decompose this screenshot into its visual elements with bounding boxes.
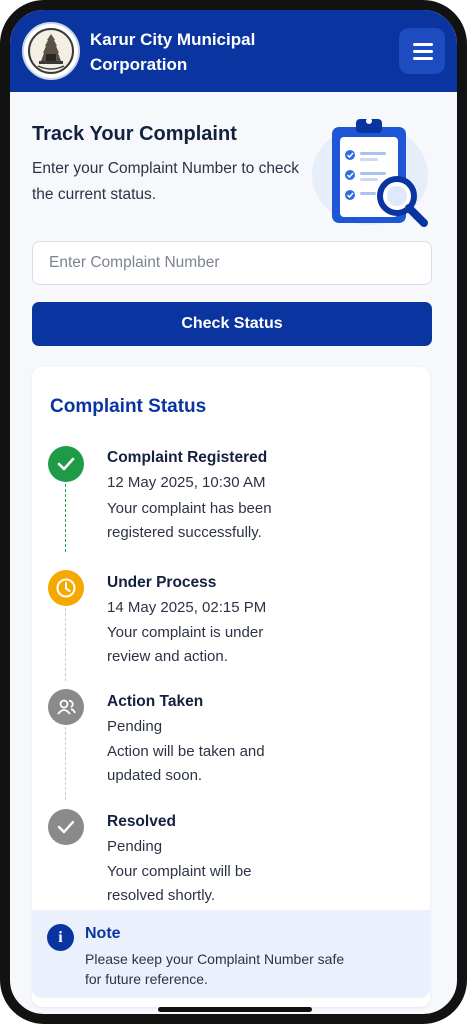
info-icon: i: [47, 924, 74, 951]
complaint-number-input[interactable]: [32, 241, 432, 285]
app-header: Karur City Municipal Corporation: [10, 10, 457, 92]
step-title: Resolved: [107, 813, 176, 830]
clock-icon: [48, 570, 84, 606]
page-title: Track Your Complaint: [32, 123, 237, 145]
phone-frame: Karur City Municipal Corporation Track Y…: [0, 0, 467, 1024]
timeline-connector: [65, 712, 66, 800]
step-description: Your complaint has been registered succe…: [107, 500, 272, 541]
complaint-status-card: Complaint Status Complaint Registered 12…: [32, 367, 430, 1007]
step-description: Action will be taken and updated soon.: [107, 743, 265, 784]
step-title: Under Process: [107, 574, 217, 591]
check-status-button[interactable]: Check Status: [32, 302, 432, 346]
timeline-connector: [65, 474, 66, 552]
step-title: Complaint Registered: [107, 449, 268, 466]
note-title: Note: [85, 925, 121, 942]
temple-emblem-icon: [22, 22, 80, 80]
step-title: Action Taken: [107, 693, 204, 710]
step-date: Pending: [107, 718, 163, 735]
step-date: 12 May 2025, 10:30 AM: [107, 474, 266, 491]
step-date: Pending: [107, 838, 163, 855]
home-indicator[interactable]: [158, 1007, 312, 1012]
check-icon: [48, 446, 84, 482]
hamburger-menu-icon[interactable]: [399, 28, 445, 74]
app-title: Karur City Municipal Corporation: [90, 30, 256, 74]
step-date: 14 May 2025, 02:15 PM: [107, 599, 267, 616]
note-box: i Note Please keep your Complaint Number…: [32, 910, 430, 998]
user-group-icon: [48, 689, 84, 725]
note-text: Please keep your Complaint Number safe f…: [85, 951, 345, 987]
check-icon: [48, 809, 84, 845]
page-description: Enter your Complaint Number to check the…: [32, 160, 300, 203]
timeline-connector: [65, 593, 66, 681]
clipboard-search-icon: [312, 118, 428, 227]
step-description: Your complaint is under review and actio…: [107, 624, 264, 665]
status-card-title: Complaint Status: [50, 396, 207, 417]
step-description: Your complaint will be resolved shortly.: [107, 863, 252, 904]
